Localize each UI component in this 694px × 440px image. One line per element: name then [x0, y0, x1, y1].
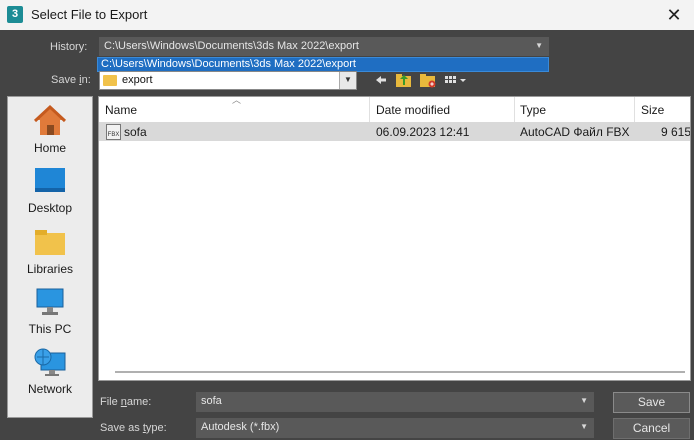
column-date-modified[interactable]: Date modified — [376, 103, 450, 117]
history-dropdown-item-label: C:\Users\Windows\Documents\3ds Max 2022\… — [101, 58, 356, 70]
fbx-file-icon: FBX — [106, 124, 121, 140]
place-home[interactable]: Home — [8, 104, 92, 155]
network-icon — [34, 348, 66, 376]
file-size-cell: 9 615 — [661, 125, 691, 139]
file-list-header: ︿ Name Date modified Type Size — [99, 97, 690, 122]
save-in-label-pre: Save — [51, 74, 80, 86]
back-arrow-icon[interactable] — [374, 72, 388, 88]
column-name[interactable]: Name — [105, 103, 137, 117]
chevron-down-icon: ▼ — [580, 396, 588, 405]
view-menu-icon[interactable] — [444, 72, 468, 88]
column-divider[interactable] — [514, 97, 515, 122]
place-desktop-label: Desktop — [27, 201, 73, 215]
horizontal-scrollbar[interactable] — [115, 367, 690, 377]
save-in-value: export — [122, 74, 153, 86]
chevron-down-icon: ▼ — [344, 75, 352, 84]
places-bar: Home Desktop Libraries This PC Network — [7, 96, 93, 418]
folder-icon — [103, 75, 117, 86]
this-pc-icon — [36, 288, 64, 315]
file-name-label-post: ame: — [126, 396, 152, 408]
libraries-icon — [35, 230, 65, 255]
file-type-cell: AutoCAD Файл FBX — [520, 125, 630, 139]
save-in-dropdown-button[interactable]: ▼ — [339, 72, 356, 89]
chevron-down-icon: ▼ — [580, 422, 588, 431]
save-button[interactable]: Save — [613, 392, 690, 413]
home-icon — [33, 104, 67, 135]
save-as-type-label-post: ype: — [145, 422, 167, 434]
history-dropdown-item[interactable]: C:\Users\Windows\Documents\3ds Max 2022\… — [97, 57, 549, 72]
3ds-max-app-icon: 3 — [7, 6, 23, 23]
new-folder-icon[interactable] — [419, 72, 437, 88]
window-title: Select File to Export — [31, 7, 148, 22]
history-combo[interactable]: C:\Users\Windows\Documents\3ds Max 2022\… — [99, 37, 549, 56]
save-as-type-value: Autodesk (*.fbx) — [201, 421, 280, 433]
column-divider[interactable] — [634, 97, 635, 122]
column-divider[interactable] — [369, 97, 370, 122]
column-size[interactable]: Size — [641, 103, 664, 117]
history-label: History: — [50, 41, 88, 53]
save-in-label: Save in: — [51, 74, 91, 86]
place-desktop[interactable]: Desktop — [8, 166, 92, 215]
save-as-type-label: Save as type: — [100, 422, 167, 434]
up-folder-icon[interactable] — [395, 72, 413, 88]
desktop-icon — [35, 168, 65, 192]
title-bar: 3 Select File to Export ✕ — [0, 0, 694, 30]
place-network[interactable]: Network — [8, 347, 92, 396]
place-network-label: Network — [27, 382, 72, 396]
save-in-combo[interactable]: export ▼ — [99, 71, 357, 90]
file-name-input[interactable]: sofa ▼ — [196, 392, 594, 412]
file-name-cell: sofa — [124, 125, 147, 139]
save-as-type-label-pre: Save as — [100, 422, 143, 434]
save-in-label-post: n: — [81, 74, 91, 86]
history-value: C:\Users\Windows\Documents\3ds Max 2022\… — [104, 40, 359, 52]
place-home-label: Home — [33, 141, 66, 155]
file-name-value: sofa — [201, 395, 222, 407]
chevron-down-icon: ▼ — [535, 41, 543, 50]
file-list: ︿ Name Date modified Type Size FBX sofa … — [98, 96, 691, 381]
file-row[interactable]: FBX sofa 06.09.2023 12:41 AutoCAD Файл F… — [99, 122, 690, 141]
file-date-cell: 06.09.2023 12:41 — [376, 125, 470, 139]
place-libraries[interactable]: Libraries — [8, 227, 92, 276]
scrollbar-thumb[interactable] — [115, 371, 685, 373]
close-button[interactable]: ✕ — [654, 0, 694, 30]
place-this-pc[interactable]: This PC — [8, 287, 92, 336]
place-libraries-label: Libraries — [26, 262, 74, 276]
column-type[interactable]: Type — [520, 103, 546, 117]
sort-ascending-icon: ︿ — [232, 96, 242, 105]
place-this-pc-label: This PC — [28, 322, 72, 336]
file-name-label: File name: — [100, 396, 151, 408]
save-as-type-select[interactable]: Autodesk (*.fbx) ▼ — [196, 418, 594, 438]
file-name-label-pre: File — [100, 396, 121, 408]
cancel-button[interactable]: Cancel — [613, 418, 690, 439]
